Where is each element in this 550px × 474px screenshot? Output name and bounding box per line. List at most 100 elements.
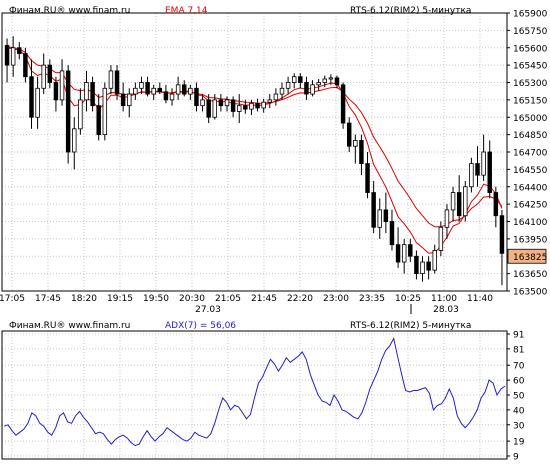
- candle-body: [420, 261, 425, 275]
- candle-body: [346, 122, 352, 147]
- price-axis: 165900 165750 165600 165450 165300 165150 1650…: [507, 10, 548, 298]
- candle-body: [23, 53, 28, 78]
- candle-body: [365, 163, 370, 193]
- time-tick-label: 19:50: [143, 294, 169, 304]
- adx-tick-label: 19: [513, 438, 525, 448]
- candle-body: [273, 93, 279, 101]
- candle-body: [108, 70, 114, 89]
- candle-body: [291, 76, 297, 83]
- candle-body: [353, 140, 358, 147]
- candle-body: [224, 99, 230, 107]
- candle-body: [371, 192, 376, 228]
- candle-body: [285, 82, 291, 89]
- chart-root: 165900 165750 165600 165450 165300 165150 1650…: [0, 0, 550, 470]
- price-header-source: Финам.RU® www.finam.ru: [9, 6, 130, 16]
- candle-body: [499, 215, 505, 254]
- candle-body: [414, 255, 419, 275]
- time-tick-label: 17:05: [0, 294, 25, 304]
- adx-tick-label: 70: [513, 362, 525, 372]
- candle-body: [72, 128, 77, 153]
- candle-body: [243, 105, 248, 110]
- time-tick-label: 18:20: [71, 294, 97, 304]
- price-tick-label: 165750: [513, 27, 548, 37]
- price-header-instrument: RTS-6.12(RIM2) 5-минутка: [350, 6, 471, 16]
- price-tick-label: 163950: [513, 235, 548, 245]
- candle-body: [456, 192, 462, 217]
- candle-body: [487, 151, 492, 193]
- candle-body: [450, 192, 456, 211]
- adx-tick-label: 81: [513, 345, 524, 355]
- price-tick-label: 164550: [513, 166, 548, 176]
- candle-body: [475, 163, 480, 176]
- candle-body: [41, 64, 46, 89]
- date-label: 28.03: [433, 305, 459, 315]
- candle-body: [53, 82, 59, 101]
- candle-body: [200, 99, 205, 107]
- candle-body: [236, 105, 242, 112]
- adx-header-indicator: ADX(7) = 56,06: [165, 321, 236, 331]
- candle-body: [78, 99, 83, 130]
- chart-background: [0, 0, 550, 470]
- candle-body: [84, 82, 89, 101]
- price-tick-label: 165000: [513, 114, 548, 124]
- candle-body: [206, 99, 211, 118]
- price-tick-label: 165900: [513, 10, 548, 20]
- candle-body: [175, 84, 181, 95]
- candle-body: [10, 47, 16, 66]
- time-tick-label: 17:45: [35, 294, 61, 304]
- candle-body: [59, 70, 65, 101]
- price-header-indicator: EMA 7,14: [165, 6, 208, 16]
- price-tick-label: 164250: [513, 201, 548, 211]
- adx-header-source: Финам.RU® www.finam.ru: [9, 321, 130, 331]
- candle-body: [157, 87, 163, 93]
- candle-body: [267, 99, 273, 103]
- candle-body: [298, 76, 303, 83]
- candle-body: [212, 99, 218, 118]
- price-tick-label: 163825: [513, 253, 547, 263]
- price-tick-label: 163650: [513, 270, 548, 280]
- time-tick-label: 11:00: [431, 294, 457, 304]
- price-tick-label: 165600: [513, 44, 548, 54]
- candle-body: [218, 99, 224, 107]
- candle-body: [188, 87, 193, 95]
- candle-body: [328, 77, 334, 80]
- candle-body: [163, 91, 169, 101]
- price-tick-label: 164700: [513, 149, 548, 159]
- candle-body: [310, 84, 315, 95]
- candle-body: [444, 209, 450, 228]
- candle-body: [493, 192, 499, 217]
- time-tick-label: 10:25: [395, 294, 421, 304]
- adx-tick-label: 50: [513, 392, 525, 402]
- candle-body: [316, 82, 321, 86]
- candle-body: [145, 82, 150, 95]
- candle-body: [481, 151, 486, 176]
- candle-body: [279, 87, 285, 95]
- date-label: 27.03: [195, 305, 221, 315]
- candle-body: [334, 77, 340, 86]
- candle-body: [114, 70, 120, 95]
- candle-body: [17, 47, 22, 54]
- price-tick-label: 165450: [513, 62, 548, 72]
- candle-body: [469, 163, 474, 188]
- candle-body: [47, 64, 53, 83]
- candle-body: [377, 209, 382, 228]
- adx-header-instrument: RTS-6.12(RIM2) 5-минутка: [350, 321, 471, 331]
- price-tick-label: 164100: [513, 218, 548, 228]
- candle-body: [463, 186, 468, 217]
- candle-body: [139, 82, 144, 89]
- candle-body: [127, 93, 132, 107]
- time-tick-label: 23:00: [323, 294, 349, 304]
- candle-body: [426, 261, 431, 271]
- candle-body: [408, 244, 413, 257]
- candle-body: [102, 87, 108, 136]
- candle-body: [322, 78, 327, 83]
- time-tick-label: 22:20: [287, 294, 313, 304]
- candle-body: [35, 87, 40, 118]
- candle-body: [169, 93, 175, 101]
- chart-canvas: 165900 165750 165600 165450 165300 165150 1650…: [0, 0, 550, 470]
- candle-body: [249, 102, 254, 110]
- adx-tick-label: 60: [513, 377, 525, 387]
- candle-body: [389, 221, 395, 246]
- time-tick-label: 11:40: [467, 294, 493, 304]
- candle-body: [120, 93, 126, 107]
